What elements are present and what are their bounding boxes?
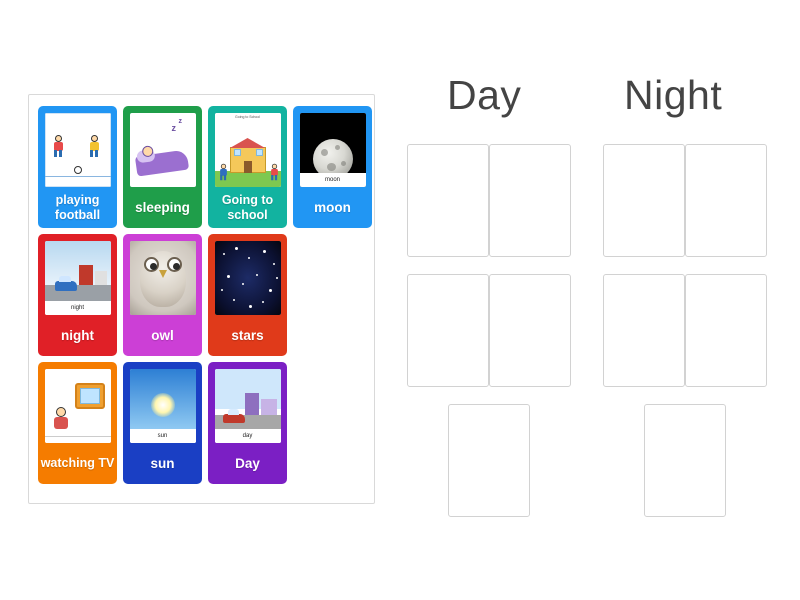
card-label: night: [61, 328, 94, 343]
card-inner-word: sun: [129, 429, 196, 443]
card-label: playing football: [54, 192, 101, 222]
card-thumbnail: [44, 113, 111, 187]
card-owl[interactable]: owl: [123, 234, 202, 356]
card-tray[interactable]: playing football z z sleeping Going to S…: [28, 94, 375, 504]
drop-slot-night-5[interactable]: [644, 404, 726, 517]
card-label: Going to school: [221, 192, 274, 222]
card-stars[interactable]: stars: [208, 234, 287, 356]
activity-canvas: playing football z z sleeping Going to S…: [0, 0, 800, 600]
card-thumbnail: night: [44, 241, 111, 315]
card-inner-word: night: [44, 301, 111, 315]
group-title-night: Night: [624, 72, 723, 118]
card-label: stars: [231, 328, 264, 343]
card-thumbnail: Going to School: [214, 113, 281, 187]
card-day[interactable]: day Day: [208, 362, 287, 484]
drop-slot-night-3[interactable]: [603, 274, 685, 387]
card-thumbnail: [44, 369, 111, 443]
group-title-day: Day: [447, 72, 522, 118]
card-label: moon: [314, 200, 351, 215]
drop-slot-night-4[interactable]: [685, 274, 767, 387]
drop-slot-day-3[interactable]: [407, 274, 489, 387]
card-label: Day: [235, 456, 260, 471]
card-thumbnail: sun: [129, 369, 196, 443]
card-tray-empty-cell: [293, 234, 372, 356]
card-label: sun: [150, 456, 175, 471]
card-label: watching TV: [40, 456, 115, 470]
card-night[interactable]: night night: [38, 234, 117, 356]
card-label: owl: [151, 328, 174, 343]
card-thumbnail: [129, 241, 196, 315]
card-sun[interactable]: sun sun: [123, 362, 202, 484]
drop-slot-day-2[interactable]: [489, 144, 571, 257]
drop-slot-day-4[interactable]: [489, 274, 571, 387]
card-thumbnail: z z: [129, 113, 196, 187]
card-playing-football[interactable]: playing football: [38, 106, 117, 228]
drop-slot-night-2[interactable]: [685, 144, 767, 257]
card-thumbnail: day: [214, 369, 281, 443]
card-label: sleeping: [135, 200, 190, 215]
card-thumbnail: [214, 241, 281, 315]
drop-slot-day-5[interactable]: [448, 404, 530, 517]
card-inner-word: moon: [299, 173, 366, 187]
card-sleeping[interactable]: z z sleeping: [123, 106, 202, 228]
drop-slot-day-1[interactable]: [407, 144, 489, 257]
drop-slot-night-1[interactable]: [603, 144, 685, 257]
card-going-to-school[interactable]: Going to School Going to school: [208, 106, 287, 228]
card-thumbnail: moon: [299, 113, 366, 187]
card-moon[interactable]: moon moon: [293, 106, 372, 228]
card-watching-tv[interactable]: watching TV: [38, 362, 117, 484]
card-tray-grid: playing football z z sleeping Going to S…: [35, 103, 375, 487]
card-inner-word: day: [214, 429, 281, 443]
